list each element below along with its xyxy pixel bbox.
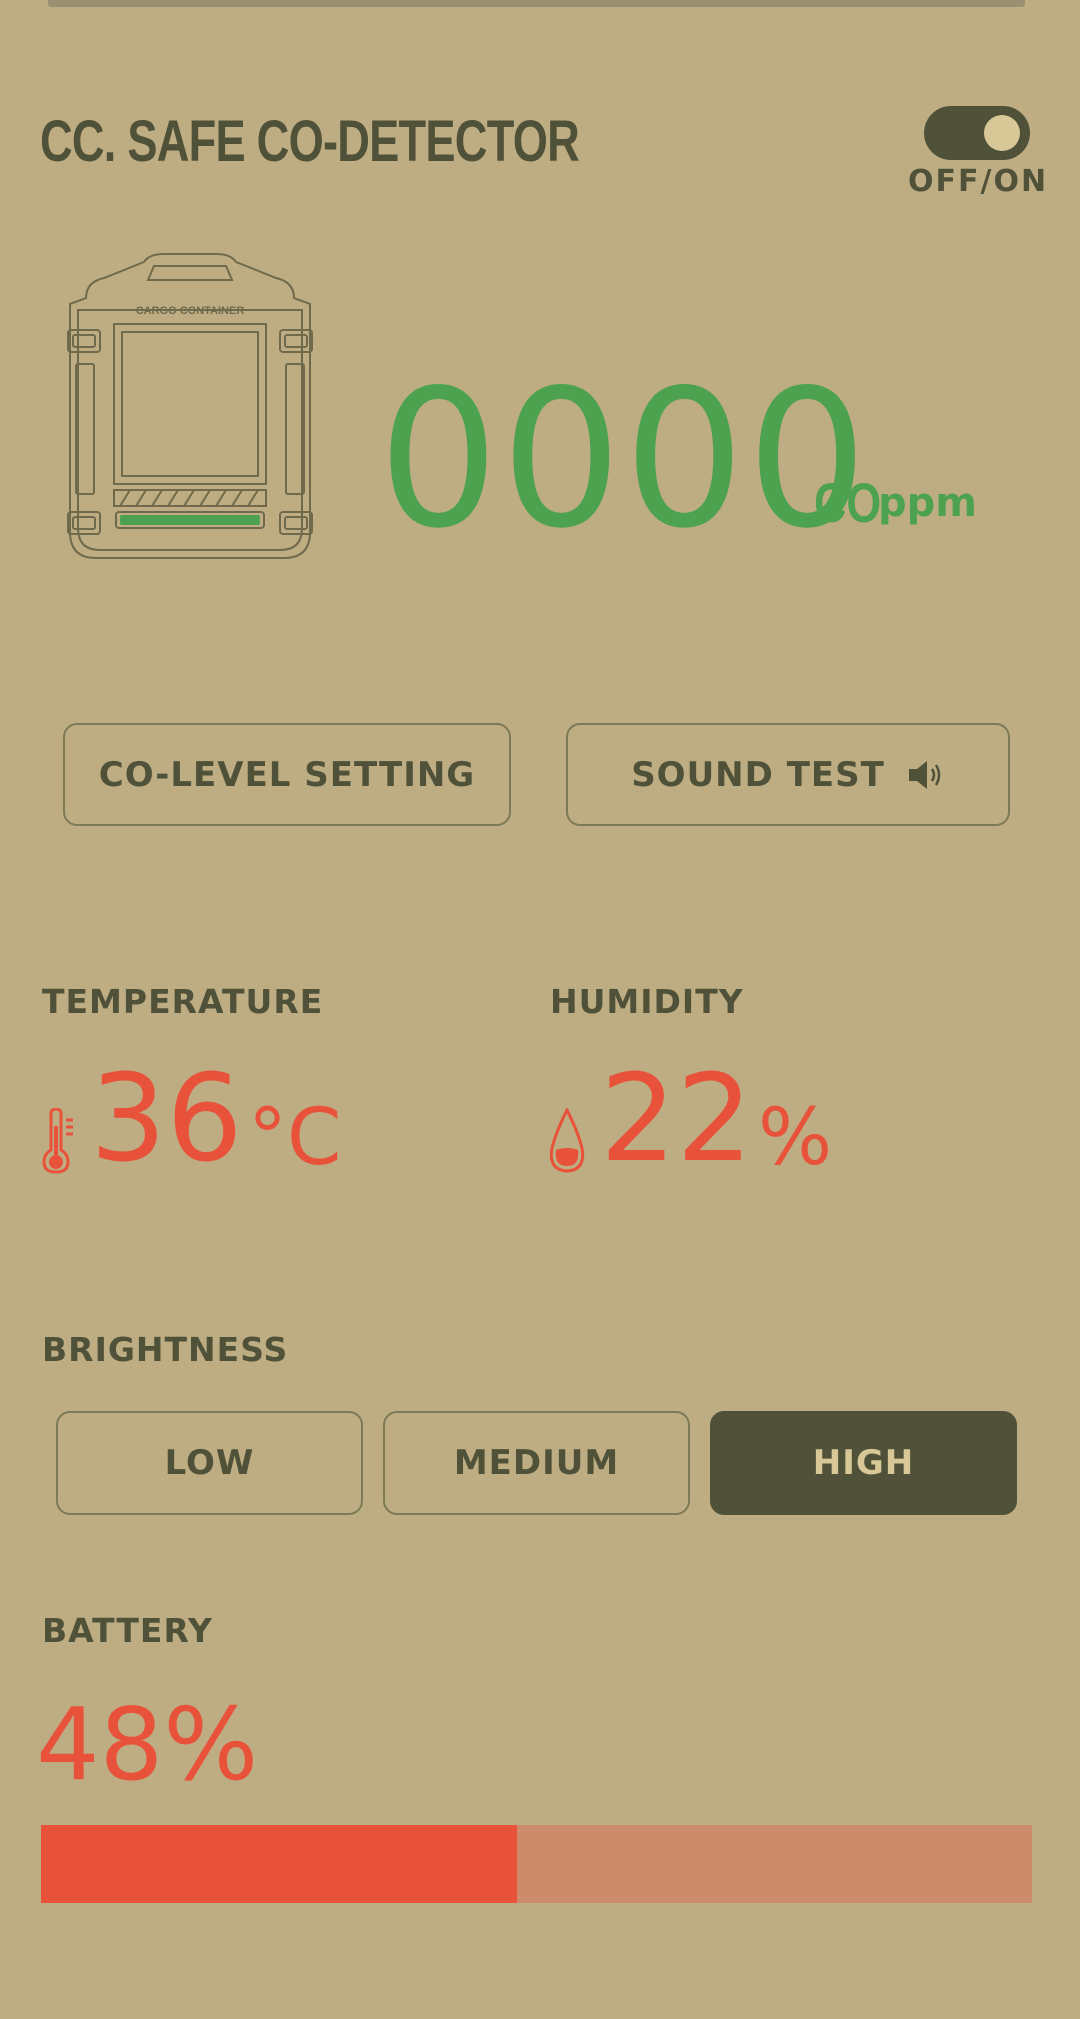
co-level-setting-button[interactable]: CO-LEVEL SETTING bbox=[63, 723, 511, 826]
humidity-value: 22 bbox=[600, 1050, 753, 1189]
co-value: 0000 bbox=[378, 349, 870, 570]
brightness-high-button[interactable]: HIGH bbox=[710, 1411, 1017, 1515]
temperature-label: TEMPERATURE bbox=[42, 982, 324, 1021]
detector-device-image: CARGO CONTAINER bbox=[67, 253, 313, 559]
brightness-label: BRIGHTNESS bbox=[42, 1330, 289, 1369]
co-reading: 0000 CO ppm bbox=[378, 365, 977, 555]
brightness-low-button[interactable]: LOW bbox=[56, 1411, 363, 1515]
co-gas-label: CO bbox=[814, 471, 882, 534]
power-toggle[interactable] bbox=[924, 106, 1030, 160]
battery-value: 48% bbox=[36, 1686, 259, 1803]
water-drop-icon bbox=[549, 1108, 585, 1173]
sound-test-button[interactable]: SOUND TEST bbox=[566, 723, 1010, 826]
brightness-high-label: HIGH bbox=[812, 1443, 915, 1483]
co-level-setting-label: CO-LEVEL SETTING bbox=[98, 754, 476, 795]
brightness-medium-label: MEDIUM bbox=[453, 1443, 620, 1483]
speaker-icon bbox=[908, 760, 941, 789]
power-toggle-label: OFF/ON bbox=[908, 164, 1049, 199]
battery-bar-fill bbox=[41, 1825, 517, 1903]
top-divider bbox=[48, 0, 1025, 7]
temperature-value: 36 bbox=[90, 1050, 243, 1189]
humidity-label: HUMIDITY bbox=[550, 982, 744, 1021]
toggle-knob bbox=[984, 115, 1020, 151]
temperature-unit: °C bbox=[248, 1093, 342, 1183]
battery-label: BATTERY bbox=[42, 1611, 213, 1650]
battery-bar bbox=[41, 1825, 1032, 1903]
app-title: CC. SAFE CO-DETECTOR bbox=[40, 109, 580, 174]
device-label: CARGO CONTAINER bbox=[136, 305, 245, 317]
sound-test-label: SOUND TEST bbox=[631, 754, 885, 795]
thermometer-icon bbox=[42, 1108, 73, 1174]
humidity-unit: % bbox=[758, 1093, 833, 1183]
brightness-medium-button[interactable]: MEDIUM bbox=[383, 1411, 690, 1515]
brightness-low-label: LOW bbox=[164, 1443, 255, 1483]
co-unit: ppm bbox=[878, 480, 977, 526]
